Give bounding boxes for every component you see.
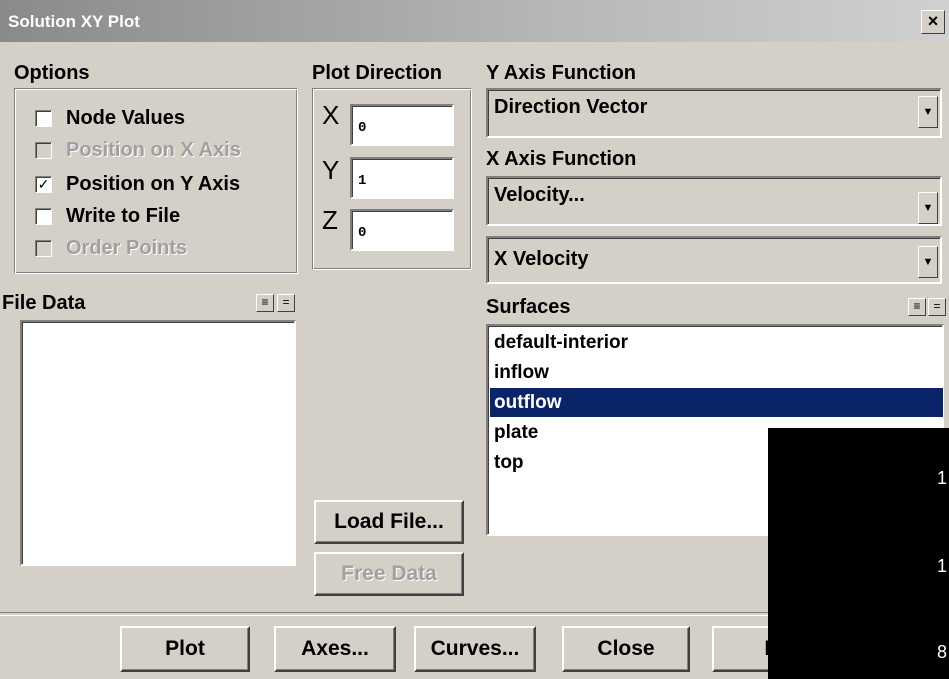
chevron-down-icon[interactable]: ▼ xyxy=(918,246,938,278)
y-direction-input[interactable]: 1 xyxy=(350,157,454,199)
write-to-file-option[interactable]: Write to File xyxy=(35,201,180,231)
select-all-icon[interactable]: ≡ xyxy=(908,298,926,316)
list-item[interactable]: top xyxy=(494,448,524,477)
overlay-text: 8 xyxy=(936,642,947,662)
x-axis-function-label: X Axis Function xyxy=(486,148,637,170)
overlay-panel: 1 1 8 xyxy=(768,428,949,679)
chevron-down-icon[interactable]: ▼ xyxy=(918,96,938,128)
list-item-selected[interactable]: outflow xyxy=(490,388,943,417)
options-group: Node Values Position on X Axis ✓ Positio… xyxy=(14,88,298,274)
options-label: Options xyxy=(14,62,90,84)
y-axis-function-value: Direction Vector xyxy=(494,96,648,118)
write-to-file-checkbox[interactable] xyxy=(35,207,52,225)
order-points-option: Order Points xyxy=(35,233,187,263)
node-values-option[interactable]: Node Values xyxy=(35,103,185,133)
position-y-label: Position on Y Axis xyxy=(66,172,241,195)
title-bar[interactable] xyxy=(0,0,949,42)
position-x-option: Position on X Axis xyxy=(35,135,241,165)
x-direction-label: X xyxy=(322,100,340,130)
z-direction-label: Z xyxy=(322,205,338,235)
load-file-button[interactable]: Load File... xyxy=(314,500,464,544)
z-direction-input[interactable]: 0 xyxy=(350,209,454,251)
position-y-checkbox[interactable]: ✓ xyxy=(35,175,52,193)
free-data-button: Free Data xyxy=(314,552,464,596)
surfaces-label: Surfaces xyxy=(486,296,571,318)
deselect-all-icon[interactable]: = xyxy=(928,298,946,316)
position-x-label: Position on X Axis xyxy=(66,138,241,161)
close-button[interactable]: Close xyxy=(562,626,690,672)
position-x-checkbox xyxy=(35,141,52,159)
position-y-option[interactable]: ✓ Position on Y Axis xyxy=(35,169,240,199)
order-points-checkbox xyxy=(35,239,52,257)
y-axis-function-label: Y Axis Function xyxy=(486,62,637,84)
overlay-text: 1 xyxy=(936,468,947,488)
x-axis-function-value: Velocity... xyxy=(494,184,585,206)
list-item[interactable]: default-interior xyxy=(494,328,628,357)
axes-button[interactable]: Axes... xyxy=(274,626,396,672)
write-to-file-label: Write to File xyxy=(66,204,181,227)
curves-button[interactable]: Curves... xyxy=(414,626,536,672)
x-velocity-dropdown[interactable]: X Velocity ▼ xyxy=(486,236,942,284)
y-direction-label: Y xyxy=(322,155,340,185)
order-points-label: Order Points xyxy=(66,236,188,259)
y-axis-function-dropdown[interactable]: Direction Vector ▼ xyxy=(486,88,942,138)
x-velocity-value: X Velocity xyxy=(494,248,589,270)
plot-button[interactable]: Plot xyxy=(120,626,250,672)
node-values-checkbox[interactable] xyxy=(35,109,52,127)
deselect-all-icon[interactable]: = xyxy=(277,294,295,312)
node-values-label: Node Values xyxy=(66,106,185,129)
file-data-label: File Data xyxy=(2,292,86,314)
list-item[interactable]: plate xyxy=(494,418,538,447)
chevron-down-icon[interactable]: ▼ xyxy=(918,192,938,224)
overlay-text: 1 xyxy=(936,556,947,576)
window-title: Solution XY Plot xyxy=(8,12,140,31)
plot-direction-label: Plot Direction xyxy=(312,62,443,84)
file-data-list[interactable] xyxy=(20,320,296,566)
x-direction-input[interactable]: 0 xyxy=(350,104,454,146)
select-all-icon[interactable]: ≡ xyxy=(256,294,274,312)
close-icon[interactable]: × xyxy=(921,10,945,34)
x-axis-function-dropdown[interactable]: Velocity... ▼ xyxy=(486,176,942,226)
list-item[interactable]: inflow xyxy=(494,358,549,387)
